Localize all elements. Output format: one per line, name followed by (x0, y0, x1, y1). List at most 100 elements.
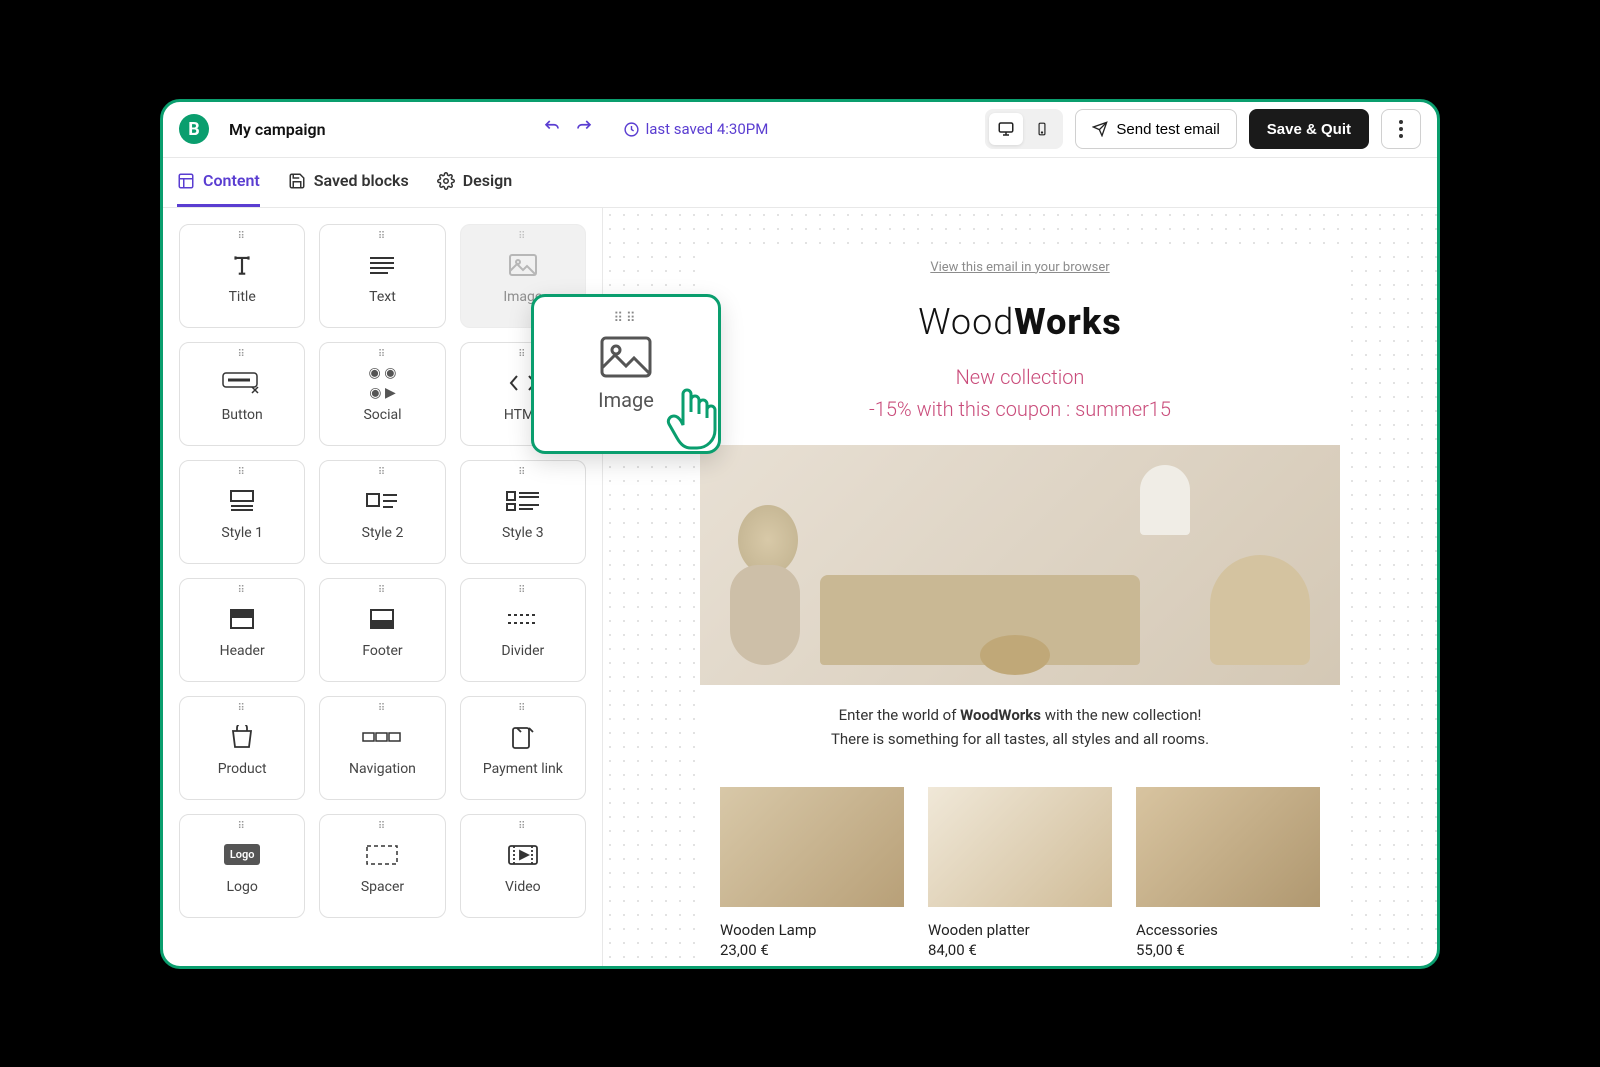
promo-line1: New collection (956, 365, 1085, 389)
tab-content-label: Content (203, 171, 260, 190)
block-product[interactable]: ⠿ Product (179, 696, 305, 800)
payment-icon (510, 719, 536, 755)
cursor-hand-icon (663, 382, 723, 456)
brand-logo[interactable]: B (179, 114, 209, 144)
block-navigation-label: Navigation (349, 761, 416, 777)
product-image[interactable] (1136, 787, 1320, 907)
save-quit-button[interactable]: Save & Quit (1249, 109, 1369, 149)
last-saved-text: last saved 4:30PM (646, 120, 769, 138)
intro-brand: WoodWorks (960, 706, 1041, 724)
product-image[interactable] (720, 787, 904, 907)
tab-saved-blocks[interactable]: Saved blocks (288, 158, 409, 207)
last-saved-status: last saved 4:30PM (623, 120, 769, 138)
divider-icon (506, 601, 540, 637)
navigation-icon (362, 719, 402, 755)
view-in-browser-link[interactable]: View this email in your browser (700, 248, 1340, 287)
block-divider[interactable]: ⠿ Divider (460, 578, 586, 682)
tab-design[interactable]: Design (437, 158, 512, 207)
block-style3[interactable]: ⠿ Style 3 (460, 460, 586, 564)
block-style2-label: Style 2 (362, 525, 404, 541)
editor-tabs: Content Saved blocks Design (163, 158, 1437, 208)
social-icon: ◉ ◉ ◉ ▶ (369, 365, 397, 401)
product-card: Wooden Lamp 23,00 € Discover (720, 787, 904, 966)
product-icon (229, 719, 255, 755)
block-spacer-label: Spacer (361, 879, 404, 895)
block-text[interactable]: ⠿ Text (319, 224, 445, 328)
header-icon (229, 601, 255, 637)
send-icon (1092, 121, 1108, 137)
image-icon (600, 336, 652, 378)
block-style1[interactable]: ⠿ Style 1 (179, 460, 305, 564)
text-icon (368, 247, 396, 283)
tab-content[interactable]: Content (177, 158, 260, 207)
block-spacer[interactable]: ⠿ Spacer (319, 814, 445, 918)
product-name: Accessories (1136, 921, 1320, 939)
block-button[interactable]: ⠿ Button (179, 342, 305, 446)
block-button-label: Button (222, 407, 263, 423)
undo-icon[interactable] (543, 118, 561, 140)
video-icon (507, 837, 539, 873)
block-video-label: Video (505, 879, 541, 895)
block-style1-label: Style 1 (221, 525, 263, 541)
block-title-label: Title (229, 289, 256, 305)
send-test-label: Send test email (1116, 121, 1219, 138)
block-payment-label: Payment link (483, 761, 563, 777)
product-price: 23,00 € (720, 941, 904, 959)
campaign-title[interactable]: My campaign (229, 120, 326, 139)
app-window: B My campaign last saved 4:30PM Send te (160, 99, 1440, 969)
block-logo[interactable]: ⠿ Logo Logo (179, 814, 305, 918)
mobile-icon (1035, 120, 1049, 138)
button-icon (222, 365, 262, 401)
desktop-icon (997, 120, 1015, 138)
hero-image[interactable] (700, 445, 1340, 685)
undo-redo-group (543, 118, 593, 140)
tab-design-label: Design (463, 171, 512, 190)
brand-bold: Works (1014, 301, 1121, 343)
block-logo-label: Logo (226, 879, 257, 895)
block-header[interactable]: ⠿ Header (179, 578, 305, 682)
promo-line2: -15% with this coupon : summer15 (869, 397, 1171, 421)
device-toggle (985, 109, 1063, 149)
more-vertical-icon (1399, 120, 1403, 138)
promo-text: New collection -15% with this coupon : s… (700, 357, 1340, 445)
intro-prefix: Enter the world of (839, 706, 961, 724)
dragging-block-label: Image (598, 388, 654, 412)
product-price: 84,00 € (928, 941, 1112, 959)
style1-icon (227, 483, 257, 519)
intro-line2: There is something for all tastes, all s… (831, 730, 1209, 748)
block-header-label: Header (220, 643, 265, 659)
product-card: Accessories 55,00 € Discover (1136, 787, 1320, 966)
footer-icon (369, 601, 395, 637)
main-area: ⠿ Title ⠿ Text ⠿ Image ⠿ Button ⠿ ◉ ◉ ◉ (163, 208, 1437, 966)
block-product-label: Product (218, 761, 267, 777)
desktop-preview-button[interactable] (989, 113, 1023, 145)
more-menu-button[interactable] (1381, 109, 1421, 149)
block-payment-link[interactable]: ⠿ Payment link (460, 696, 586, 800)
block-social-label: Social (363, 407, 401, 423)
block-footer-label: Footer (362, 643, 402, 659)
gear-icon (437, 172, 455, 190)
block-social[interactable]: ⠿ ◉ ◉ ◉ ▶ Social (319, 342, 445, 446)
redo-icon[interactable] (575, 118, 593, 140)
intro-text: Enter the world of WoodWorks with the ne… (700, 685, 1340, 769)
block-video[interactable]: ⠿ Video (460, 814, 586, 918)
block-divider-label: Divider (501, 643, 544, 659)
style3-icon (505, 483, 541, 519)
mobile-preview-button[interactable] (1025, 113, 1059, 145)
save-icon (288, 172, 306, 190)
block-style3-label: Style 3 (502, 525, 544, 541)
brand-heading: WoodWorks (700, 287, 1340, 357)
image-icon (509, 247, 537, 283)
top-bar: B My campaign last saved 4:30PM Send te (163, 102, 1437, 158)
email-canvas[interactable]: View this email in your browser WoodWork… (603, 208, 1437, 966)
send-test-button[interactable]: Send test email (1075, 109, 1236, 149)
product-name: Wooden platter (928, 921, 1112, 939)
email-preview: View this email in your browser WoodWork… (700, 248, 1340, 966)
block-title[interactable]: ⠿ Title (179, 224, 305, 328)
block-footer[interactable]: ⠿ Footer (319, 578, 445, 682)
block-navigation[interactable]: ⠿ Navigation (319, 696, 445, 800)
title-icon (229, 247, 255, 283)
block-style2[interactable]: ⠿ Style 2 (319, 460, 445, 564)
product-image[interactable] (928, 787, 1112, 907)
history-icon (623, 121, 640, 138)
